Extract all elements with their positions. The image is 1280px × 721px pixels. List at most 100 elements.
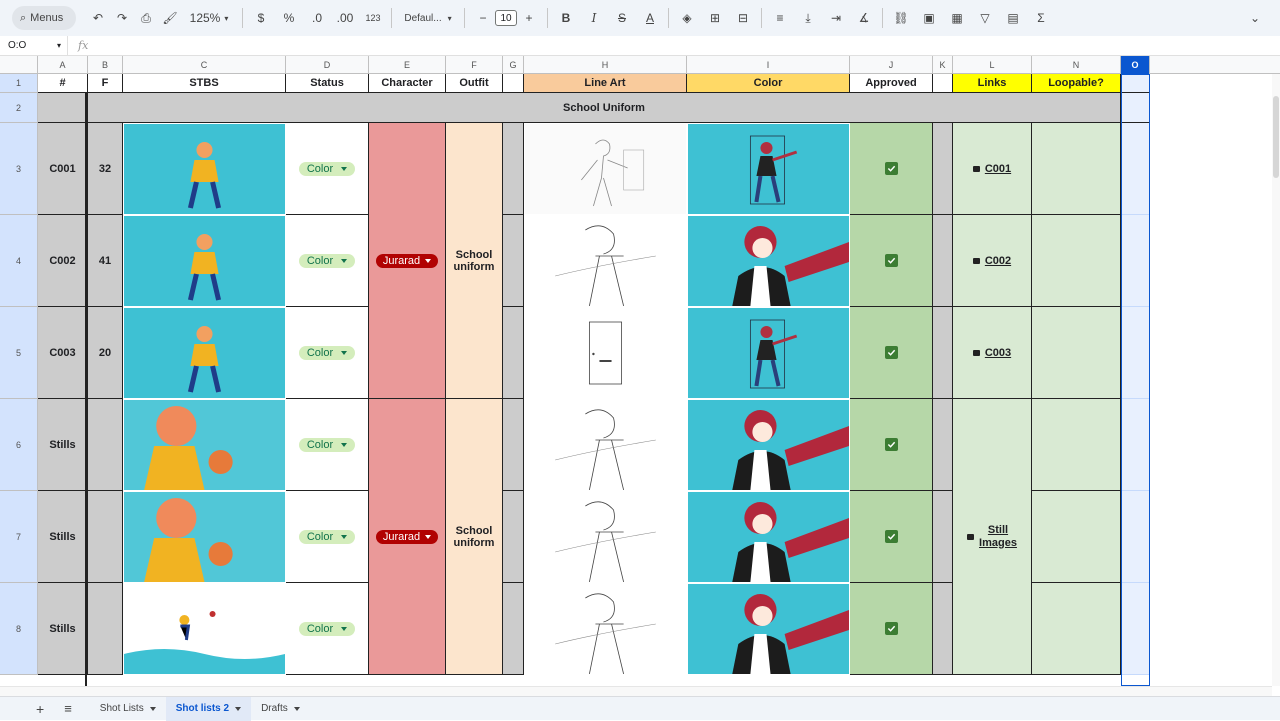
row-header-8[interactable]: 8: [0, 583, 38, 675]
sheet-tab[interactable]: Shot Lists: [90, 697, 166, 721]
header-loopable: Loopable?: [1032, 74, 1121, 93]
undo-icon[interactable]: ↶: [88, 6, 108, 30]
zoom-select[interactable]: 125% ▾: [184, 6, 234, 30]
row-header-6[interactable]: 6: [0, 399, 38, 491]
all-sheets-icon[interactable]: ≡: [54, 697, 82, 721]
column-header-e[interactable]: E: [369, 56, 446, 74]
column-header-g[interactable]: G: [503, 56, 524, 74]
column-header-a[interactable]: A: [38, 56, 88, 74]
increase-decimal-button[interactable]: .00: [335, 6, 355, 30]
functions-button[interactable]: Σ: [1031, 6, 1051, 30]
status-chip[interactable]: Color: [298, 437, 356, 452]
text-color-button[interactable]: A: [640, 6, 660, 30]
font-size-input[interactable]: 10: [495, 10, 517, 26]
outfit-line: School: [455, 248, 493, 261]
approved-checkbox[interactable]: [884, 438, 898, 451]
name-box[interactable]: O:O ▾: [0, 35, 68, 56]
status-chip[interactable]: Color: [298, 621, 356, 636]
add-sheet-icon[interactable]: +: [0, 697, 54, 721]
wrap-icon[interactable]: ⇥: [826, 6, 846, 30]
approved-cell: [850, 307, 933, 399]
paint-format-icon[interactable]: 🖌: [160, 6, 180, 30]
number-format-button[interactable]: 123: [363, 6, 383, 30]
frame-count-cell: [88, 583, 123, 675]
shot-link[interactable]: C001: [972, 163, 1011, 175]
status-chip[interactable]: Color: [298, 345, 356, 360]
column-header-o[interactable]: O: [1121, 56, 1150, 74]
collapse-toolbar-icon[interactable]: ⌄: [1245, 6, 1265, 30]
horizontal-scrollbar[interactable]: [0, 686, 1272, 696]
shot-link[interactable]: C003: [972, 347, 1011, 359]
increase-font-size-button[interactable]: +: [519, 6, 539, 30]
column-header-i[interactable]: I: [687, 56, 850, 74]
percent-button[interactable]: %: [279, 6, 299, 30]
font-select[interactable]: Defaul... ▾: [400, 6, 456, 30]
approved-checkbox[interactable]: [884, 346, 898, 359]
column-header-k[interactable]: K: [933, 56, 953, 74]
row-header-5[interactable]: 5: [0, 307, 38, 399]
decrease-decimal-button[interactable]: .0: [307, 6, 327, 30]
character-chip[interactable]: Jurarad: [375, 529, 439, 544]
column-header-f[interactable]: F: [446, 56, 503, 74]
chevron-down-icon: [425, 534, 432, 539]
status-chip[interactable]: Color: [298, 161, 356, 176]
filter-icon[interactable]: ▽: [975, 6, 995, 30]
vertical-align-icon[interactable]: ⤓: [798, 6, 818, 30]
italic-button[interactable]: I: [584, 6, 604, 30]
column-header-b[interactable]: B: [88, 56, 123, 74]
column-header-h[interactable]: H: [524, 56, 687, 74]
approved-checkbox[interactable]: [884, 162, 898, 175]
outfit-line: School: [455, 524, 493, 537]
filter-views-icon[interactable]: ▤: [1003, 6, 1023, 30]
frozen-divider: [85, 93, 87, 686]
decrease-font-size-button[interactable]: −: [473, 6, 493, 30]
column-header-n[interactable]: N: [1032, 56, 1121, 74]
links-cell: C001: [953, 123, 1032, 215]
outfit-line: uniform: [453, 260, 495, 273]
currency-button[interactable]: $: [251, 6, 271, 30]
column-header-j[interactable]: J: [850, 56, 933, 74]
character-chip[interactable]: Jurarad: [375, 253, 439, 268]
approved-checkbox[interactable]: [884, 530, 898, 543]
column-header-c[interactable]: C: [123, 56, 286, 74]
print-icon[interactable]: ⎙: [136, 6, 156, 30]
comment-icon[interactable]: ▣: [919, 6, 939, 30]
row-header-1[interactable]: 1: [0, 74, 38, 93]
header-num: #: [38, 74, 88, 93]
merge-cells-icon[interactable]: ⊟: [733, 6, 753, 30]
select-all-corner[interactable]: [0, 56, 38, 74]
row-header-7[interactable]: 7: [0, 491, 38, 583]
status-chip-label: Color: [306, 254, 334, 267]
approved-checkbox[interactable]: [884, 622, 898, 635]
status-chip[interactable]: Color: [298, 253, 356, 268]
column-header-d[interactable]: D: [286, 56, 369, 74]
still-images-link[interactable]: Still Images: [967, 524, 1017, 550]
divider: [242, 8, 243, 28]
strikethrough-button[interactable]: S: [612, 6, 632, 30]
borders-icon[interactable]: ⊞: [705, 6, 725, 30]
shot-link[interactable]: C002: [972, 255, 1011, 267]
row-header-4[interactable]: 4: [0, 215, 38, 307]
chart-icon[interactable]: ▦: [947, 6, 967, 30]
selection-outline: [1121, 74, 1150, 686]
scrollbar-thumb[interactable]: [1273, 96, 1279, 178]
rotate-icon[interactable]: ∡: [854, 6, 874, 30]
link-icon[interactable]: ⛓: [891, 6, 911, 30]
row-header-2[interactable]: 2: [0, 93, 38, 123]
align-icon[interactable]: ≡: [770, 6, 790, 30]
header-character: Character: [369, 74, 446, 93]
status-cell: Color: [286, 307, 369, 399]
color-image: [688, 124, 849, 214]
sheet-tab[interactable]: Drafts: [251, 697, 310, 721]
redo-icon[interactable]: ↷: [112, 6, 132, 30]
color-image: [688, 216, 849, 306]
status-chip[interactable]: Color: [298, 529, 356, 544]
approved-checkbox[interactable]: [884, 254, 898, 267]
column-header-l[interactable]: L: [953, 56, 1032, 74]
sheet-tab[interactable]: Shot lists 2: [165, 696, 252, 721]
menu-search[interactable]: ⌕ Menus: [12, 6, 76, 30]
row-header-3[interactable]: 3: [0, 123, 38, 215]
bold-button[interactable]: B: [556, 6, 576, 30]
shot-id-cell: C001: [38, 123, 88, 215]
fill-color-icon[interactable]: ◈: [677, 6, 697, 30]
